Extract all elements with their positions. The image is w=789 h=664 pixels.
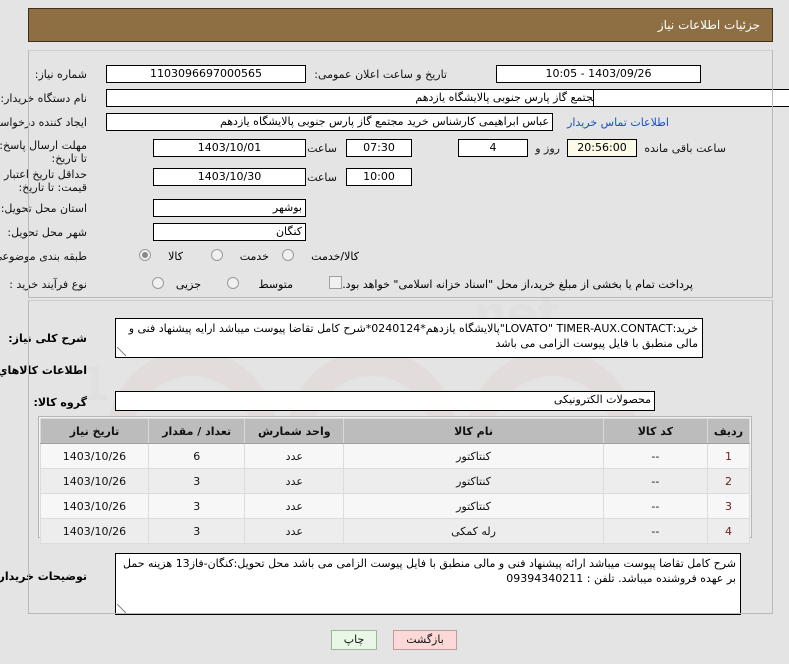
cell-name: رله کمکی [343, 518, 604, 544]
cell-idx: 2 [706, 468, 751, 494]
cell-qty: 6 [147, 443, 246, 469]
cell-qty: 3 [147, 518, 246, 544]
cell-date: 1403/10/26 [40, 518, 149, 544]
col-header-qty: تعداد / مقدار [147, 418, 246, 444]
table-row: 1 -- کنتاکتور عدد 6 1403/10/26 [40, 443, 751, 469]
cell-date: 1403/10/26 [40, 493, 149, 519]
table-row: 3 -- کنتاکتور عدد 3 1403/10/26 [40, 493, 751, 519]
cell-code: -- [602, 518, 708, 544]
col-header-name: نام کالا [343, 418, 604, 444]
cell-unit: عدد [244, 468, 345, 494]
table-row: 2 -- کنتاکتور عدد 3 1403/10/26 [40, 468, 751, 494]
need-info-panel [28, 50, 773, 298]
goods-table: ردیف کد کالا نام کالا واحد شمارش تعداد /… [40, 418, 751, 544]
cell-idx: 3 [706, 493, 751, 519]
cell-name: کنتاکتور [343, 443, 604, 469]
cell-code: -- [602, 468, 708, 494]
cell-name: کنتاکتور [343, 493, 604, 519]
page-title: جزئیات اطلاعات نیاز [657, 18, 760, 32]
col-header-code: کد کالا [602, 418, 708, 444]
goods-table-body: 1 -- کنتاکتور عدد 6 1403/10/26 2 -- کنتاکتور عدد 3… [40, 443, 751, 544]
cell-idx: 4 [706, 518, 751, 544]
table-row: 4 -- رله کمکی عدد 3 1403/10/26 [40, 518, 751, 544]
cell-code: -- [602, 493, 708, 519]
cell-date: 1403/10/26 [40, 468, 149, 494]
col-header-date: تاریخ نیاز [40, 418, 149, 444]
cell-qty: 3 [147, 468, 246, 494]
cell-unit: عدد [244, 493, 345, 519]
cell-qty: 3 [147, 493, 246, 519]
cell-unit: عدد [244, 518, 345, 544]
cell-name: کنتاکتور [343, 468, 604, 494]
window-titlebar: جزئیات اطلاعات نیاز [28, 8, 773, 42]
page-root: net 1 جزئیات اطلاعات نیاز شماره نیاز: 11… [0, 0, 789, 664]
back-button[interactable]: بازگشت [393, 630, 457, 650]
cell-idx: 1 [706, 443, 751, 469]
print-button[interactable]: چاپ [331, 630, 377, 650]
table-header-row: ردیف کد کالا نام کالا واحد شمارش تعداد /… [40, 418, 751, 444]
cell-date: 1403/10/26 [40, 443, 149, 469]
cell-code: -- [602, 443, 708, 469]
col-header-unit: واحد شمارش [244, 418, 345, 444]
cell-unit: عدد [244, 443, 345, 469]
col-header-idx: ردیف [706, 418, 751, 444]
